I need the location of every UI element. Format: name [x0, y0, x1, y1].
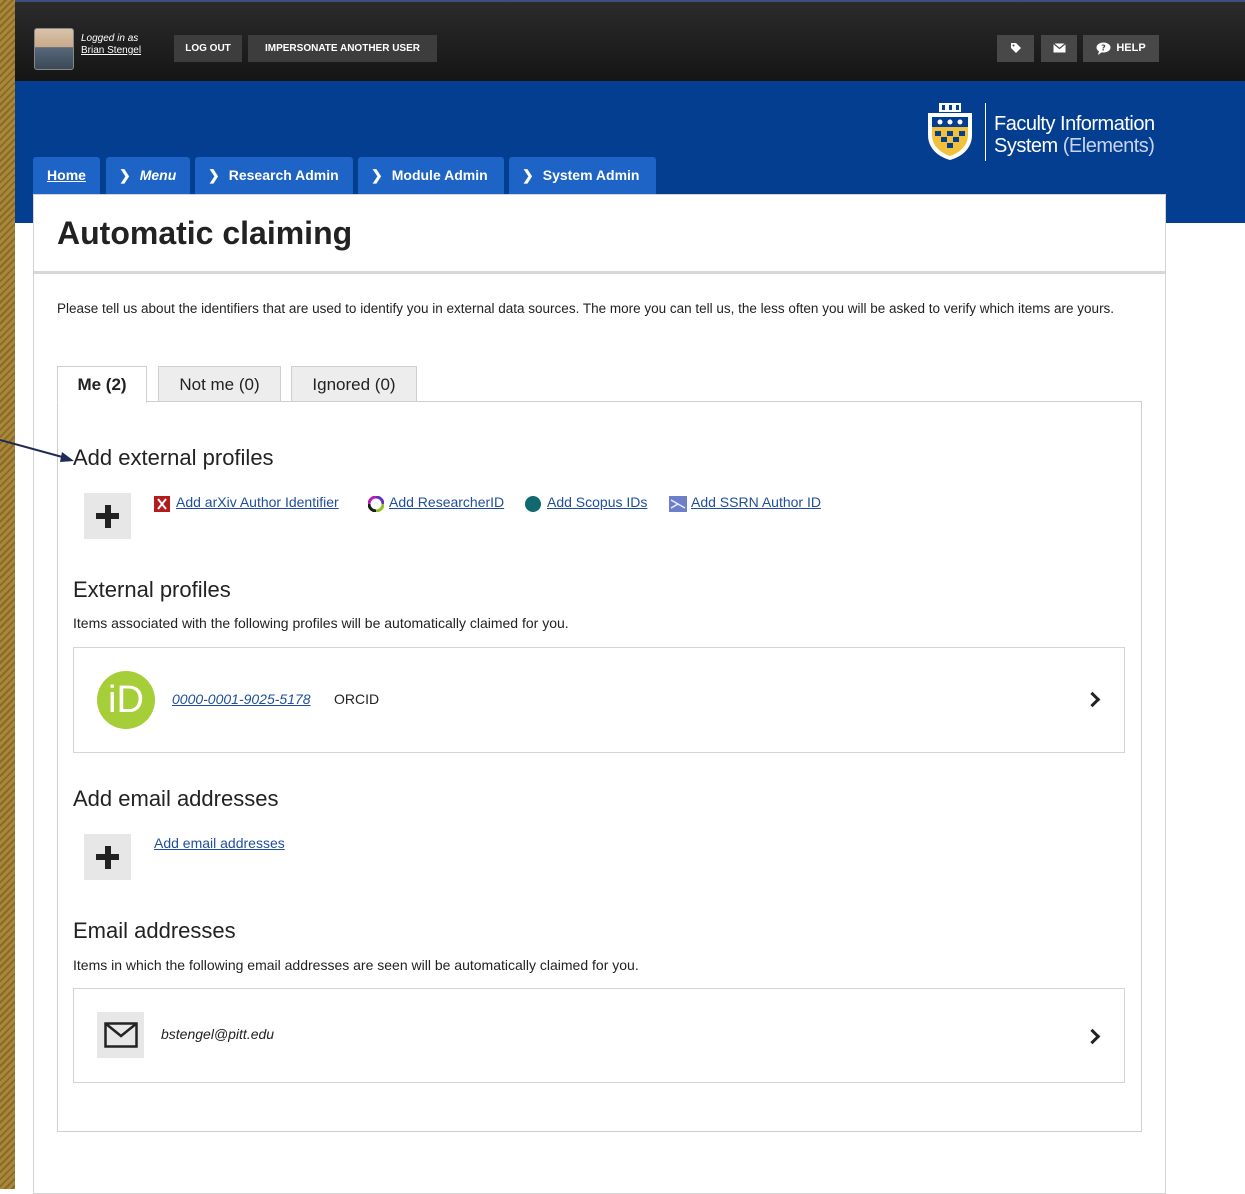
orcid-id-link[interactable]: 0000-0001-9025-5178: [172, 691, 311, 707]
nav-system-admin-label: System Admin: [542, 167, 640, 183]
researcherid-icon: [368, 496, 384, 512]
email-address-row[interactable]: bstengel@pitt.edu: [73, 988, 1125, 1083]
annotation-arrow-icon: [0, 439, 74, 462]
external-profiles-heading: External profiles: [73, 577, 231, 602]
tab-panel: Add external profiles Add arXiv Author I…: [57, 401, 1142, 1132]
intro-text: Please tell us about the identifiers tha…: [57, 301, 1115, 316]
ssrn-icon: [669, 496, 687, 512]
add-email-heading: Add email addresses: [73, 786, 279, 811]
title-bar: Automatic claiming: [34, 195, 1165, 274]
nav-home-label: Home: [47, 167, 86, 183]
add-external-profiles-heading: Add external profiles: [73, 445, 274, 470]
nav-module-admin-label: Module Admin: [391, 167, 488, 183]
nav-tab-research-admin[interactable]: ❯ Research Admin: [195, 157, 353, 194]
main-card: Automatic claiming Please tell us about …: [33, 194, 1166, 1194]
tab-me[interactable]: Me (2): [57, 366, 147, 403]
envelope-icon: [104, 1022, 138, 1048]
add-email-link[interactable]: Add email addresses: [154, 835, 285, 851]
avatar[interactable]: [34, 28, 74, 70]
email-addresses-heading: Email addresses: [73, 918, 236, 943]
tab-not-me[interactable]: Not me (0): [158, 366, 281, 402]
nav-tab-menu[interactable]: ❯ Menu: [106, 157, 190, 194]
brand-line-1: Faculty Information: [994, 113, 1155, 135]
email-icon-box: [97, 1012, 144, 1058]
add-arxiv-link[interactable]: Add arXiv Author Identifier: [176, 494, 339, 510]
tag-icon: [1010, 43, 1021, 54]
brand-line-2a: System: [994, 135, 1058, 157]
nav-tab-system-admin[interactable]: ❯ System Admin: [509, 157, 656, 194]
login-status: Logged in as Brian Stengel: [81, 33, 141, 57]
logout-button[interactable]: LOG OUT: [174, 35, 242, 62]
help-label: HELP: [1116, 42, 1146, 54]
brand-divider: [985, 103, 986, 161]
email-address-text: bstengel@pitt.edu: [161, 1026, 275, 1042]
brand-line-2b: (Elements): [1062, 135, 1155, 157]
chevron-right-icon: ❯: [119, 167, 131, 183]
orcid-icon: iD: [97, 671, 155, 729]
impersonate-button[interactable]: IMPERSONATE ANOTHER USER: [248, 35, 437, 62]
tab-ignored[interactable]: Ignored (0): [291, 366, 417, 402]
add-researcherid-link[interactable]: Add ResearcherID: [389, 494, 504, 510]
nav-tab-module-admin[interactable]: ❯ Module Admin: [358, 157, 504, 194]
help-button[interactable]: ? HELP: [1083, 35, 1159, 62]
help-icon: ?: [1096, 42, 1111, 55]
nav-research-admin-label: Research Admin: [228, 167, 339, 183]
mail-icon: [1052, 43, 1066, 53]
chevron-right-icon: ❯: [208, 167, 220, 183]
brand-text: Faculty Information System (Elements): [994, 113, 1155, 157]
scopus-icon: [525, 496, 541, 512]
arxiv-icon: [154, 496, 170, 512]
add-profile-plus-button[interactable]: [84, 493, 131, 539]
page-title: Automatic claiming: [57, 215, 353, 251]
university-shield-icon: [928, 103, 972, 160]
logged-in-label: Logged in as: [81, 33, 139, 44]
orcid-profile-row[interactable]: iD 0000-0001-9025-5178 ORCID: [73, 647, 1125, 753]
orcid-label: ORCID: [334, 691, 380, 707]
nav-menu-label: Menu: [139, 167, 177, 183]
chevron-right-icon: ❯: [522, 167, 534, 183]
chevron-right-icon[interactable]: [1084, 691, 1101, 708]
nav-tab-home[interactable]: Home: [33, 157, 100, 194]
svg-text:?: ?: [1102, 43, 1107, 52]
chevron-right-icon: ❯: [371, 167, 383, 183]
mail-button[interactable]: [1041, 35, 1077, 62]
add-scopus-link[interactable]: Add Scopus IDs: [547, 494, 647, 510]
chevron-right-icon[interactable]: [1084, 1028, 1101, 1045]
left-background-strip: [0, 0, 15, 1189]
user-name-link[interactable]: Brian Stengel: [81, 45, 141, 56]
top-bar: Logged in as Brian Stengel LOG OUT IMPER…: [15, 0, 1245, 81]
add-email-plus-button[interactable]: [84, 834, 131, 880]
email-addresses-description: Items in which the following email addre…: [73, 957, 639, 973]
add-ssrn-link[interactable]: Add SSRN Author ID: [691, 494, 821, 510]
external-profiles-description: Items associated with the following prof…: [73, 615, 569, 631]
tag-button[interactable]: [997, 35, 1034, 62]
